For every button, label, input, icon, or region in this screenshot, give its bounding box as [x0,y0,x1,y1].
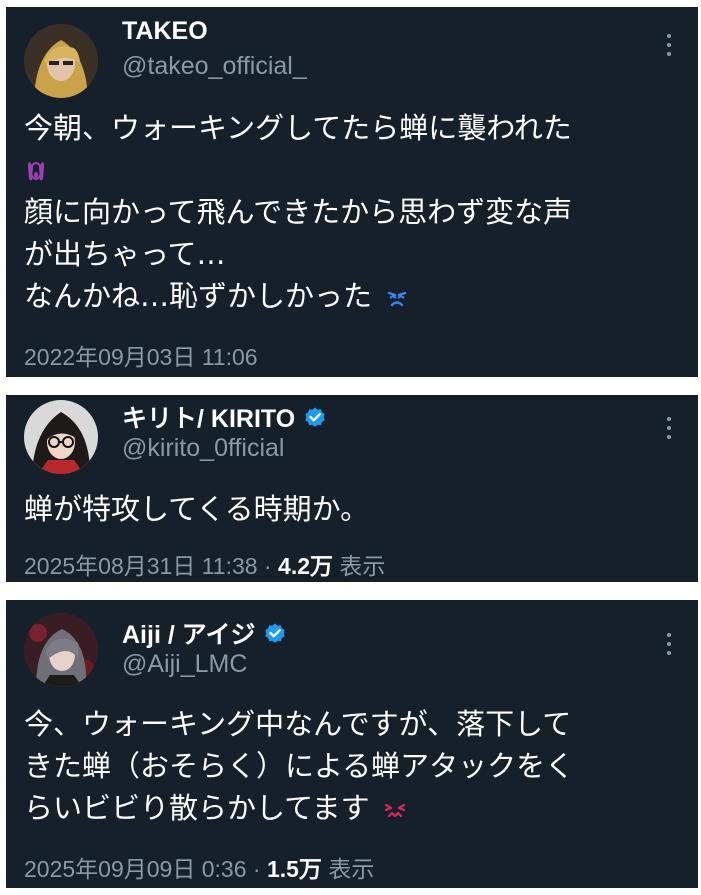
avatar[interactable] [24,613,98,687]
tweet-text: 今朝、ウォーキングしてたら蝉に襲われた 顔に向かって飛んできたから思わず変な声 … [24,107,684,317]
tweet-line: きた蝉（おそらく）による蝉アタックをく [24,749,575,783]
display-name[interactable]: キリト/ KIRITO [122,399,295,435]
display-name[interactable]: TAKEO [122,17,208,46]
tweet-line: 蝉が特攻してくる時期か。 [24,492,370,526]
tweet-line: 今、ウォーキング中なんですが、落下して [24,707,572,741]
user-handle[interactable]: @kirito_0fficial [122,434,284,463]
tweet-card-takeo[interactable]: TAKEO @takeo_official_ 今朝、ウォーキングしてたら蝉に襲わ… [6,7,698,377]
tired-face-emoji-icon [385,285,409,309]
meta-separator: · [252,856,261,882]
tweet-text: 今、ウォーキング中なんですが、落下して きた蝉（おそらく）による蝉アタックをく … [24,703,684,829]
tweet-line: 顔に向かって飛んできたから思わず変な声 [24,195,573,229]
user-handle[interactable]: @takeo_official_ [122,52,307,81]
view-count[interactable]: 1.5万 [267,856,322,882]
user-handle[interactable]: @Aiji_LMC [122,650,247,679]
tweet-line [24,149,684,191]
display-name-row[interactable]: Aiji / アイジ [122,615,287,651]
display-name-row[interactable]: TAKEO [122,17,208,46]
tweet-line: らいビビり散らかしてます [24,787,684,829]
tweet-timestamp[interactable]: 2022年09月03日 11:06 [24,338,258,372]
more-options-icon[interactable] [662,417,676,439]
verified-badge-icon [303,405,327,429]
display-name-row[interactable]: キリト/ KIRITO [122,399,327,435]
more-options-icon[interactable] [662,633,676,655]
tweet-line: 今朝、ウォーキングしてたら蝉に襲われた [24,111,572,145]
avatar[interactable] [24,400,98,474]
tweet-card-kirito[interactable]: キリト/ KIRITO @kirito_0fficial 蝉が特攻してくる時期か… [6,395,698,582]
scream-emoji-icon [24,159,48,183]
verified-badge-icon [263,621,287,645]
tweet-text: 蝉が特攻してくる時期か。 [24,488,684,530]
tweet-meta: 2025年08月31日 11:38 · 4.2万 表示 [24,547,385,581]
view-count-label: 表示 [328,856,375,882]
confounded-emoji-icon [383,797,407,821]
view-count[interactable]: 4.2万 [278,553,333,579]
meta-separator: · [263,553,272,579]
tweet-timestamp[interactable]: 2025年08月31日 11:38 [24,553,258,579]
tweet-timestamp[interactable]: 2025年09月09日 0:36 [24,856,247,882]
tweet-meta: 2025年09月09日 0:36 · 1.5万 表示 [24,850,374,884]
more-options-icon[interactable] [662,34,676,56]
tweet-line: が出ちゃって… [24,237,226,271]
tweet-card-aiji[interactable]: Aiji / アイジ @Aiji_LMC 今、ウォーキング中なんですが、落下して… [6,600,698,888]
avatar[interactable] [24,24,98,98]
tweet-line: なんかね…恥ずかしかった [24,275,684,317]
display-name[interactable]: Aiji / アイジ [122,615,255,651]
view-count-label: 表示 [339,553,386,579]
